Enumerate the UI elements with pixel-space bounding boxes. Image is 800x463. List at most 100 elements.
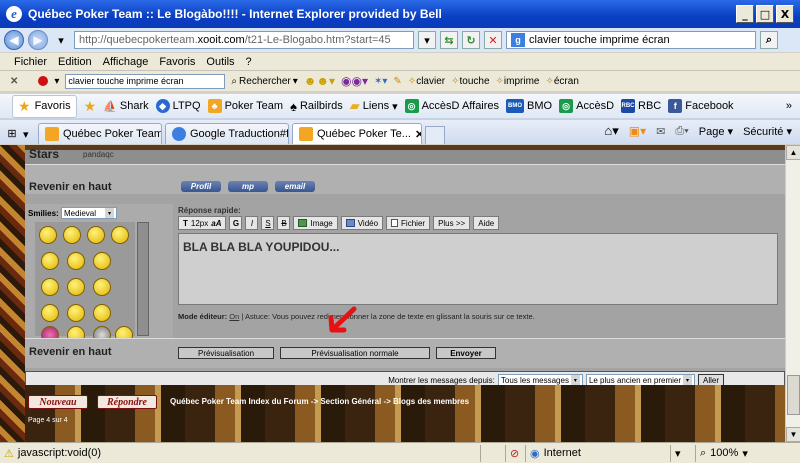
send-button[interactable]: Envoyer xyxy=(436,347,496,359)
favbar-overflow-icon[interactable]: » xyxy=(786,100,792,112)
fav-accesd[interactable]: ◎ AccèsD xyxy=(559,99,614,113)
tab-quebec-poker-active[interactable]: Québec Poker Te... ✕ xyxy=(292,123,422,144)
smiley-icon[interactable] xyxy=(41,252,59,270)
toolbar-close-icon[interactable]: ✕ xyxy=(10,76,18,87)
tab-google-traduction[interactable]: Google Traduction#f... xyxy=(165,123,289,144)
smiley-icon[interactable] xyxy=(111,226,129,244)
smiley-icon[interactable] xyxy=(39,226,57,244)
toolbar-link-ecran[interactable]: ✧écran xyxy=(545,76,578,87)
smiley-icon[interactable] xyxy=(93,252,111,270)
forward-button[interactable]: ▶ xyxy=(28,30,48,50)
fav-shark[interactable]: ⛵ Shark xyxy=(103,100,148,113)
search-icon[interactable]: ⌕ xyxy=(760,31,778,49)
menu-help[interactable]: ? xyxy=(246,56,252,68)
smiley-icon[interactable] xyxy=(67,278,85,296)
smiley-icon[interactable] xyxy=(93,278,111,296)
smiley-icon[interactable] xyxy=(63,226,81,244)
toolbar-search-button[interactable]: ⌕ Rechercher ▾ xyxy=(231,76,297,87)
smiley-icon[interactable] xyxy=(41,304,59,322)
toolbar-eyes-icon[interactable]: ◉◉▾ xyxy=(341,74,368,88)
history-dropdown-icon[interactable]: ▾ xyxy=(52,31,70,49)
underline-button[interactable]: S xyxy=(261,216,275,230)
more-button[interactable]: Plus >> xyxy=(433,216,471,230)
security-menu[interactable]: Sécurité ▾ xyxy=(743,125,792,138)
home-icon[interactable]: ⌂▾ xyxy=(604,123,618,139)
toolbar-link-imprime[interactable]: ✧imprime xyxy=(496,76,540,87)
font-size-button[interactable]: T 12px aA xyxy=(178,216,227,230)
tab-close-icon[interactable]: ✕ xyxy=(415,128,421,141)
fav-bmo[interactable]: BMO BMO xyxy=(506,99,552,113)
back-to-top-link-2[interactable]: Revenir en haut xyxy=(29,346,112,358)
smiley-icon[interactable] xyxy=(67,304,85,322)
scroll-thumb[interactable] xyxy=(787,375,800,415)
fav-accesd-affaires[interactable]: ◎ AccèsD Affaires xyxy=(404,99,499,113)
private-message-button[interactable]: mp xyxy=(228,181,268,192)
address-dropdown-icon[interactable]: ▾ xyxy=(418,31,436,49)
new-tab-button[interactable] xyxy=(425,126,445,144)
fav-rbc[interactable]: RBC RBC xyxy=(621,99,661,113)
menu-favoris[interactable]: Favoris xyxy=(159,56,195,68)
favorites-button[interactable]: ★ Favoris xyxy=(12,94,77,118)
video-button[interactable]: Vidéo xyxy=(340,216,384,230)
status-privacy[interactable]: ⊘ xyxy=(505,444,525,462)
mail-icon[interactable]: ✉ xyxy=(656,125,665,138)
quick-tabs-icon[interactable]: ⊞ xyxy=(4,125,20,141)
fav-ltpq[interactable]: ◆ LTPQ xyxy=(155,99,201,113)
editor-mode-toggle[interactable]: On xyxy=(229,312,239,321)
toolbar-highlight-icon[interactable]: ✎ xyxy=(393,76,401,87)
image-button[interactable]: Image xyxy=(293,216,338,230)
print-icon[interactable]: ⎙▾ xyxy=(675,125,688,138)
page-menu[interactable]: Page ▾ xyxy=(699,125,733,138)
toolbar-smiley-icon[interactable]: ☻☻▾ xyxy=(304,74,335,88)
help-button[interactable]: Aide xyxy=(473,216,500,230)
bold-button[interactable]: G xyxy=(229,216,243,230)
tab-list-icon[interactable]: ▾ xyxy=(23,128,35,141)
add-favorite-icon[interactable]: ★ xyxy=(84,98,97,115)
minimize-button[interactable]: _ xyxy=(736,5,754,23)
preview-button[interactable]: Prévisualisation xyxy=(178,347,274,359)
profile-button[interactable]: Profil xyxy=(181,181,221,192)
new-topic-button[interactable]: Nouveau xyxy=(28,395,88,409)
zoom-control[interactable]: ⌕ 100% ▾ xyxy=(695,444,765,462)
smiley-icon[interactable] xyxy=(67,252,85,270)
smiley-icon[interactable] xyxy=(41,278,59,296)
smilies-scrollbar[interactable] xyxy=(137,222,149,336)
scroll-up-icon[interactable]: ▲ xyxy=(786,145,800,160)
smilies-set-select[interactable]: Medieval ▾ xyxy=(61,207,117,219)
italic-button[interactable]: I xyxy=(245,216,259,230)
back-to-top-link[interactable]: Revenir en haut xyxy=(29,181,112,193)
toolbar-link-touche[interactable]: ✧touche xyxy=(451,76,489,87)
menu-edition[interactable]: Edition xyxy=(58,56,92,68)
search-input[interactable]: g clavier touche imprime écran xyxy=(506,31,756,49)
page-scrollbar[interactable]: ▲ ▼ xyxy=(785,145,800,442)
close-button[interactable]: X xyxy=(776,5,794,23)
smiley-icon[interactable] xyxy=(87,226,105,244)
file-button[interactable]: Fichier xyxy=(386,216,431,230)
email-button[interactable]: email xyxy=(275,181,315,192)
back-button[interactable]: ◀ xyxy=(4,30,24,50)
menu-outils[interactable]: Outils xyxy=(206,56,234,68)
message-textarea[interactable]: BLA BLA BLA YOUPIDOU... xyxy=(178,233,778,305)
strike-button[interactable]: B xyxy=(277,216,291,230)
fav-liens[interactable]: ▰ Liens ▾ xyxy=(350,98,398,114)
address-bar[interactable]: http://quebecpokerteam. xooit.com/t21-Le-… xyxy=(74,31,414,49)
menu-affichage[interactable]: Affichage xyxy=(103,56,149,68)
compatibility-icon[interactable]: ⇆ xyxy=(440,31,458,49)
fav-poker-team[interactable]: ♣ Poker Team xyxy=(207,99,283,113)
toolbar-logo-dropdown-icon[interactable]: ▾ xyxy=(54,76,59,87)
stop-icon[interactable]: ✕ xyxy=(484,31,502,49)
fav-facebook[interactable]: f Facebook xyxy=(668,99,734,113)
scroll-down-icon[interactable]: ▼ xyxy=(786,427,800,442)
refresh-icon[interactable]: ↻ xyxy=(462,31,480,49)
toolbar-wand-icon[interactable]: ✶▾ xyxy=(374,76,387,87)
maximize-button[interactable]: □ xyxy=(756,5,774,23)
preview-normal-button[interactable]: Prévisualisation normale xyxy=(280,347,430,359)
reply-button[interactable]: Répondre xyxy=(97,395,157,409)
forum-breadcrumb[interactable]: Québec Poker Team Index du Forum -> Sect… xyxy=(170,397,469,406)
status-protected[interactable]: ▾ xyxy=(670,444,695,462)
rss-icon[interactable]: ▣▾ xyxy=(629,124,646,138)
toolbar-link-clavier[interactable]: ✧clavier xyxy=(408,76,445,87)
toolbar-search-input[interactable]: clavier touche imprime écran xyxy=(65,73,226,89)
fav-railbirds[interactable]: ♠ Railbirds xyxy=(290,99,343,114)
menu-fichier[interactable]: Fichier xyxy=(14,56,47,68)
